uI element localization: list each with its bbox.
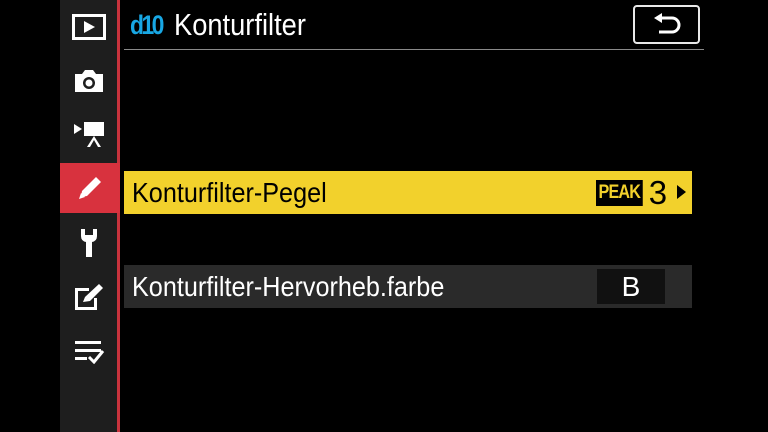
menu-row-peaking-level[interactable]: Konturfilter-Pegel PEAK 3 (124, 171, 692, 214)
camera-icon (74, 70, 103, 92)
my-menu-icon (74, 341, 104, 364)
d10-badge-icon: d10 (130, 9, 164, 40)
retouch-icon (74, 284, 103, 310)
peak-level-number: 3 (648, 174, 668, 211)
page-header: d10 Konturfilter (130, 6, 323, 44)
tab-custom-settings[interactable] (60, 163, 120, 213)
peak-badge: PEAK (596, 179, 643, 206)
pencil-icon (79, 177, 101, 199)
peaking-level-value: PEAK 3 (596, 176, 667, 209)
page-title: Konturfilter (173, 7, 306, 42)
tab-photo-shooting[interactable] (60, 56, 117, 106)
tab-movie-shooting[interactable] (60, 109, 117, 159)
playback-icon (71, 14, 106, 40)
header-divider (124, 49, 704, 50)
menu-row-peaking-highlight-color[interactable]: Konturfilter-Hervorheb.farbe B (124, 265, 692, 308)
menu-row-label: Konturfilter-Pegel (132, 176, 327, 208)
submenu-arrow-icon (677, 185, 686, 199)
back-button[interactable] (633, 5, 700, 44)
menu-row-label: Konturfilter-Hervorheb.farbe (132, 270, 445, 302)
tab-retouch[interactable] (60, 272, 117, 322)
wrench-icon (80, 229, 97, 257)
movie-camera-icon (73, 122, 104, 147)
return-arrow-icon (653, 12, 680, 33)
highlight-color-value: B (597, 269, 665, 304)
tab-playback[interactable] (60, 2, 117, 52)
sidebar-tabs (60, 0, 120, 432)
tab-my-menu[interactable] (60, 326, 117, 376)
tab-setup[interactable] (60, 218, 117, 268)
